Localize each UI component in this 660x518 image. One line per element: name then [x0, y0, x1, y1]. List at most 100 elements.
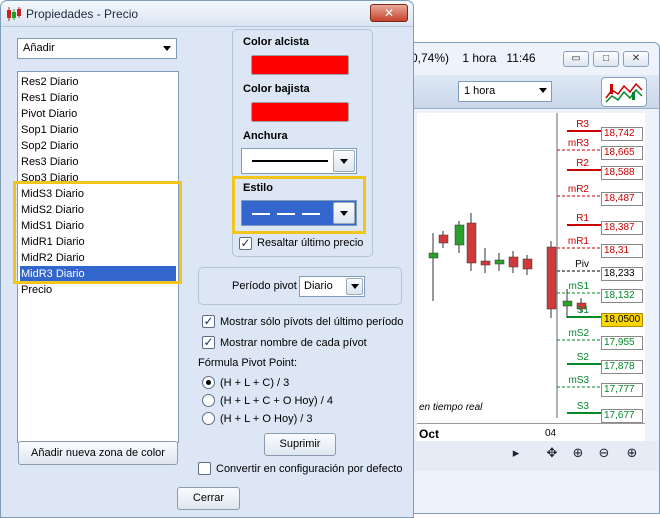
zone-list-item[interactable]: MidR1 Diario	[20, 234, 176, 250]
pivot-label: mR2	[567, 184, 589, 195]
pivot-label: S3	[576, 401, 589, 412]
width-label: Anchura	[243, 130, 288, 142]
zone-list-item[interactable]: Res2 Diario	[20, 74, 176, 90]
formula-option-1: (H + L + C) / 3	[220, 377, 290, 389]
candle-body	[494, 259, 505, 265]
zone-list-item[interactable]: MidS2 Diario	[20, 202, 176, 218]
delete-button[interactable]: Suprimir	[264, 433, 336, 456]
zone-list-item[interactable]: Sop2 Diario	[20, 138, 176, 154]
price-chart[interactable]: R3 18,742 mR3 18,665 R2 18,588 mR2 18,487 R1 18,3…	[417, 113, 645, 423]
zoom-out-icon[interactable]: ⊖	[594, 445, 614, 465]
chevron-down-icon	[162, 46, 171, 51]
formula-option-2: (H + L + C + O Hoy) / 4	[220, 395, 333, 407]
formula-radio-3[interactable]	[202, 412, 215, 425]
candle-body	[480, 260, 491, 266]
price-box: 18,132	[601, 289, 643, 303]
chevron-down-icon	[340, 210, 348, 216]
show-pivot-names-checkbox[interactable]: ✓	[202, 336, 215, 349]
pivot-label: S2	[576, 352, 589, 363]
candle-body	[438, 234, 449, 244]
show-pivot-names-label: Mostrar nombre de cada pívot	[220, 337, 367, 349]
formula-radio-1[interactable]	[202, 376, 215, 389]
add-zone-select[interactable]: Añadir	[17, 38, 177, 59]
zone-list-item[interactable]: MidS3 Diario	[20, 186, 176, 202]
zone-list-item[interactable]: MidS1 Diario	[20, 218, 176, 234]
price-box: 18,487	[601, 192, 643, 206]
formula-label: Fórmula Pivot Point:	[198, 357, 298, 369]
timeframe-select-value: 1 hora	[464, 85, 496, 97]
chevron-down-icon	[350, 284, 359, 289]
zone-list-item[interactable]: MidR2 Diario	[20, 250, 176, 266]
minimize-button[interactable]: ▭	[563, 51, 589, 67]
pivot-label: mR3	[567, 138, 589, 149]
zoom-in-icon[interactable]: ⊕	[622, 445, 642, 465]
zone-list-item[interactable]: MidR3 Diario	[20, 266, 176, 282]
close-icon: ✕	[383, 6, 395, 20]
color-down-swatch[interactable]	[251, 102, 349, 122]
color-down-label: Color bajista	[243, 83, 310, 95]
price-box: 18,588	[601, 166, 643, 180]
default-config-checkbox[interactable]	[198, 462, 211, 475]
line-style-select[interactable]	[241, 200, 357, 226]
scroll-right-icon[interactable]: ▸	[506, 445, 526, 465]
candlestick-app-icon	[7, 7, 21, 21]
chevron-down-icon	[539, 88, 547, 93]
color-up-label: Color alcista	[243, 36, 310, 48]
chart-bottom-toolbar: ▸ ✥ ⊕ ⊖ ⊕	[402, 441, 659, 471]
x-label-oct: Oct	[419, 427, 440, 441]
chart-window-title: 0,74%) 1 hora 11:46	[411, 51, 536, 65]
price-box: 18,233	[601, 267, 643, 281]
dialog-titlebar: Propiedades - Precio ✕	[1, 1, 413, 27]
highlight-last-price-checkbox[interactable]: ✓	[239, 237, 252, 250]
price-box: 17,878	[601, 360, 643, 374]
pivot-label: R1	[576, 213, 589, 224]
price-box: 18,31	[601, 244, 643, 258]
color-zone-list[interactable]: Res2 Diario Res1 Diario Pivot Diario Sop1 D…	[17, 71, 179, 443]
indicator-chart-icon	[605, 82, 643, 103]
crosshair-icon[interactable]: ✥	[542, 445, 562, 465]
chevron-down-icon	[340, 158, 348, 164]
price-box: 17,677	[601, 409, 643, 423]
candle-body	[508, 256, 519, 268]
pivot-label: mS3	[568, 375, 589, 386]
close-button[interactable]: Cerrar	[177, 487, 240, 510]
zoom-fit-icon[interactable]: ⊕	[568, 445, 588, 465]
chart-close-button[interactable]: ✕	[623, 51, 649, 67]
zone-list-item[interactable]: Sop3 Diario	[20, 170, 176, 186]
add-color-zone-button[interactable]: Añadir nueva zona de color	[18, 441, 178, 465]
zone-list-item[interactable]: Sop1 Diario	[20, 122, 176, 138]
properties-dialog: Propiedades - Precio ✕ Añadir Res2 Diari…	[0, 0, 414, 518]
pivot-label: Piv	[575, 259, 589, 270]
price-box: 18,0500	[601, 313, 643, 327]
color-up-swatch[interactable]	[251, 55, 349, 75]
realtime-label: en tiempo real	[419, 402, 483, 413]
pivot-label: mR1	[567, 236, 589, 247]
chart-change-text: 0,74%)	[411, 51, 450, 65]
pivot-period-label: Período pivot	[232, 280, 297, 292]
timeframe-select[interactable]: 1 hora	[458, 81, 552, 102]
zone-list-item[interactable]: Precio	[20, 282, 176, 298]
indicator-button[interactable]	[601, 77, 647, 107]
pivot-period-select[interactable]: Diario	[299, 276, 365, 297]
candle-body	[454, 224, 465, 246]
last-period-only-checkbox[interactable]: ✓	[202, 315, 215, 328]
chart-toolbar: 1 hora	[402, 75, 659, 109]
x-label-04: 04	[545, 428, 557, 439]
pivot-label: S1	[576, 305, 589, 316]
candle-body	[562, 300, 573, 307]
line-width-select[interactable]	[241, 148, 357, 174]
pivot-period-value: Diario	[304, 280, 333, 292]
zone-list-item[interactable]: Pivot Diario	[20, 106, 176, 122]
chart-window: 0,74%) 1 hora 11:46 ▭ □ ✕ 1 hora R3 18,74…	[400, 42, 660, 514]
zone-list-item[interactable]: Res3 Diario	[20, 154, 176, 170]
pivot-label: mS1	[568, 281, 589, 292]
formula-radio-2[interactable]	[202, 394, 215, 407]
price-box: 18,387	[601, 221, 643, 235]
x-axis: Oct 04	[417, 423, 645, 443]
dialog-close-button[interactable]: ✕	[370, 4, 408, 22]
formula-option-3: (H + L + O Hoy) / 3	[220, 413, 313, 425]
pivot-label: mS2	[568, 328, 589, 339]
maximize-button[interactable]: □	[593, 51, 619, 67]
zone-list-item[interactable]: Res1 Diario	[20, 90, 176, 106]
style-label: Estilo	[243, 182, 273, 194]
